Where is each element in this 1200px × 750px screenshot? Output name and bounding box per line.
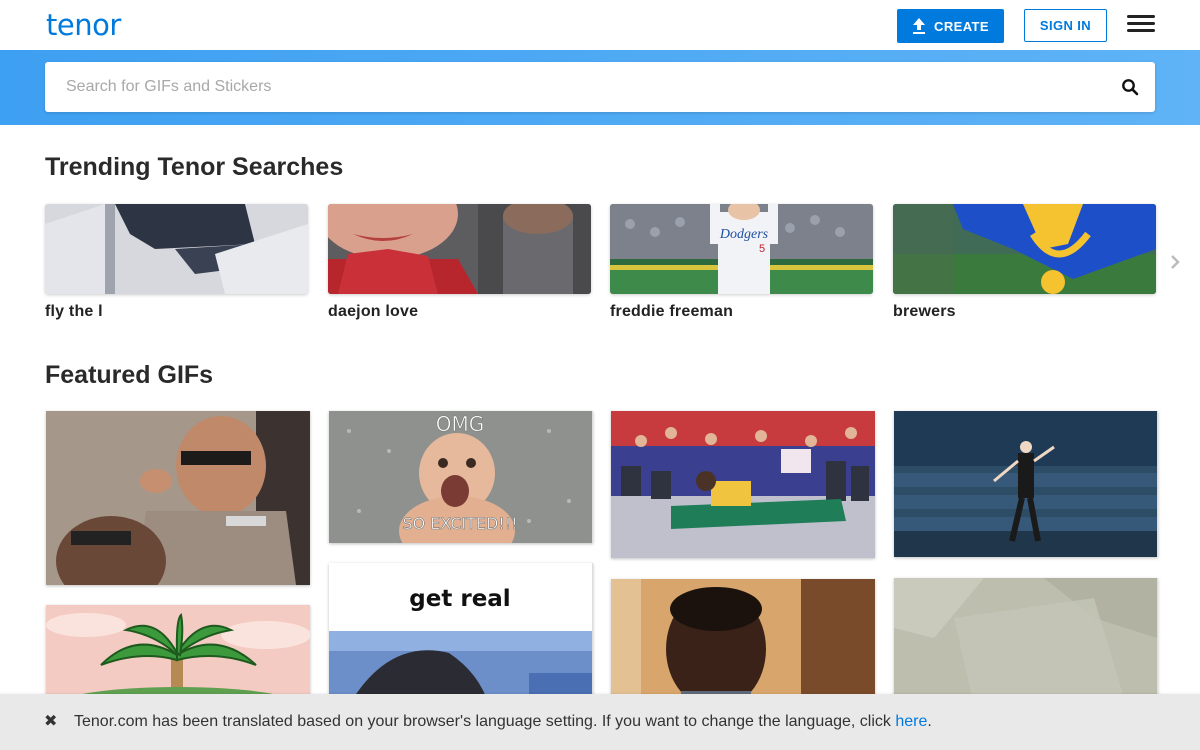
trending-item-label: brewers [893,303,956,320]
svg-text:Dodgers: Dodgers [719,227,769,242]
trending-thumbnail: Dodgers 5 [610,204,873,294]
featured-gif[interactable] [894,411,1158,557]
create-button-label: CREATE [934,18,989,34]
sign-in-button[interactable]: SIGN IN [1024,9,1107,42]
trending-thumbnail [45,204,308,294]
create-button[interactable]: CREATE [897,9,1004,43]
trending-thumbnail [893,204,1156,294]
gif-caption: get real [409,586,510,612]
language-notice-banner: ✖ Tenor.com has been translated based on… [0,694,1200,750]
trending-thumbnail [328,204,591,294]
search-icon[interactable] [1121,78,1139,96]
featured-section-title: Featured GIFs [45,361,214,389]
trending-section-title: Trending Tenor Searches [45,153,344,181]
trending-item[interactable]: daejon love [328,204,591,321]
tenor-page: tenor CREATE SIGN IN Trending Tenor Sear… [0,0,1200,750]
featured-gif[interactable] [894,578,1158,705]
tenor-logo[interactable]: tenor [46,8,121,42]
language-notice-message: Tenor.com has been translated based on y… [74,713,896,730]
trending-item[interactable]: fly the l [45,204,308,321]
top-navigation-bar: tenor CREATE SIGN IN [0,0,1200,50]
trending-item[interactable]: brewers [893,204,1156,321]
search-box [45,62,1155,112]
language-notice-text: Tenor.com has been translated based on y… [74,713,932,731]
svg-text:5: 5 [759,243,765,255]
language-notice-end: . [927,713,932,730]
gif-caption-bottom: SO EXCITED!!! [402,514,517,533]
sign-in-button-label: SIGN IN [1039,18,1092,33]
featured-gif[interactable]: OMG SO EXCITED!!! [329,411,593,543]
hamburger-menu-icon[interactable] [1127,15,1155,35]
chevron-right-icon[interactable] [1168,254,1182,270]
featured-gif[interactable] [611,579,875,705]
trending-item[interactable]: Dodgers 5 freddie freeman [610,204,873,321]
featured-gif[interactable]: get real [329,563,593,705]
trending-item-label: freddie freeman [610,303,734,320]
featured-gif[interactable] [46,411,310,585]
search-input[interactable] [45,62,1105,112]
trending-item-label: fly the l [45,303,103,320]
featured-gif[interactable] [611,411,875,558]
search-band [0,50,1200,125]
gif-caption-top: OMG [436,412,485,436]
close-icon[interactable]: ✖ [44,708,58,736]
featured-gif[interactable] [46,605,310,705]
trending-item-label: daejon love [328,303,419,320]
change-language-link[interactable]: here [895,713,927,730]
upload-icon [913,18,926,34]
